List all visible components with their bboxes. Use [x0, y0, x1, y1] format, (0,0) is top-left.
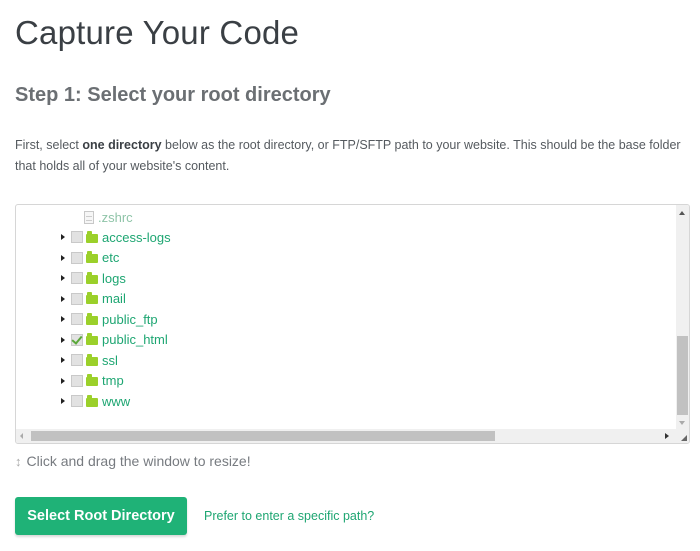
- folder-icon: [86, 271, 98, 284]
- resize-handle[interactable]: [675, 429, 689, 443]
- folder-name: tmp: [102, 373, 124, 388]
- expand-arrow-icon[interactable]: [61, 275, 65, 281]
- folder-name: mail: [102, 291, 126, 306]
- folder-icon: [86, 333, 98, 345]
- expand-arrow-icon[interactable]: [61, 336, 65, 343]
- folder-name: public_html: [102, 332, 168, 347]
- folder-icon: [86, 312, 98, 325]
- tree-file-item[interactable]: .zshrc: [16, 207, 133, 227]
- intro-text: First, select one directory below as the…: [15, 135, 695, 177]
- tree-folder-item[interactable]: logs: [16, 268, 126, 288]
- file-icon: [84, 210, 94, 224]
- expand-arrow-icon[interactable]: [61, 234, 65, 240]
- tree-folder-item[interactable]: access-logs: [16, 227, 171, 247]
- scroll-left-icon[interactable]: [20, 433, 23, 439]
- directory-tree-panel[interactable]: .zshrc access-logs etc logs mail public_ftpp…: [15, 204, 690, 444]
- folder-checkbox[interactable]: [71, 272, 83, 284]
- directory-tree: .zshrc access-logs etc logs mail public_ftpp…: [16, 205, 675, 429]
- enter-specific-path-link[interactable]: Prefer to enter a specific path?: [204, 509, 374, 523]
- expand-arrow-icon[interactable]: [61, 398, 65, 404]
- expand-arrow-icon[interactable]: [61, 254, 65, 261]
- scroll-down-icon[interactable]: [679, 421, 685, 425]
- intro-before: First, select: [15, 138, 83, 152]
- expand-arrow-icon[interactable]: [61, 295, 65, 302]
- vertical-scroll-thumb[interactable]: [677, 336, 688, 415]
- tree-folder-item[interactable]: tmp: [16, 371, 124, 391]
- folder-icon: [86, 374, 98, 386]
- folder-checkbox[interactable]: [71, 374, 83, 387]
- folder-name: etc: [102, 250, 120, 265]
- folder-checkbox[interactable]: [71, 251, 83, 264]
- vertical-scrollbar[interactable]: [676, 205, 689, 429]
- folder-checkbox[interactable]: [71, 354, 83, 366]
- resize-vertical-icon: ↕: [15, 453, 22, 469]
- folder-icon: [86, 353, 98, 366]
- folder-name: public_ftp: [102, 311, 158, 327]
- folder-checkbox[interactable]: [71, 231, 83, 243]
- tree-folder-item[interactable]: www: [16, 391, 130, 411]
- folder-name: access-logs: [102, 229, 171, 245]
- scroll-up-icon[interactable]: [679, 211, 685, 215]
- folder-icon: [86, 251, 98, 263]
- intro-bold: one directory: [82, 138, 162, 152]
- folder-icon: [86, 394, 98, 407]
- folder-checkbox[interactable]: [71, 395, 83, 407]
- tree-folder-item[interactable]: etc: [16, 248, 119, 268]
- tree-folder-item[interactable]: public_html: [16, 330, 168, 350]
- folder-name: ssl: [102, 352, 118, 368]
- folder-checkbox[interactable]: [71, 333, 83, 346]
- folder-checkbox[interactable]: [71, 313, 83, 325]
- select-root-directory-button[interactable]: Select Root Directory: [15, 497, 187, 535]
- folder-name: logs: [102, 270, 126, 286]
- horizontal-scrollbar[interactable]: [16, 429, 675, 443]
- expand-arrow-icon[interactable]: [61, 357, 65, 363]
- expand-arrow-icon[interactable]: [61, 316, 65, 322]
- expand-arrow-icon[interactable]: [61, 377, 65, 384]
- resize-hint-text: Click and drag the window to resize!: [26, 453, 251, 469]
- folder-icon: [86, 292, 98, 304]
- folder-name: www: [102, 393, 131, 409]
- file-name: .zshrc: [98, 209, 133, 225]
- folder-icon: [86, 230, 98, 243]
- resize-hint: ↕ Click and drag the window to resize!: [15, 453, 251, 469]
- horizontal-scroll-thumb[interactable]: [31, 431, 495, 441]
- tree-folder-item[interactable]: mail: [16, 289, 126, 309]
- tree-folder-item[interactable]: ssl: [16, 350, 118, 370]
- folder-checkbox[interactable]: [71, 292, 83, 305]
- step-title: Step 1: Select your root directory: [15, 84, 331, 106]
- tree-folder-item[interactable]: public_ftp: [16, 309, 158, 329]
- page-title: Capture Your Code: [15, 14, 300, 51]
- scroll-right-icon[interactable]: [665, 433, 669, 439]
